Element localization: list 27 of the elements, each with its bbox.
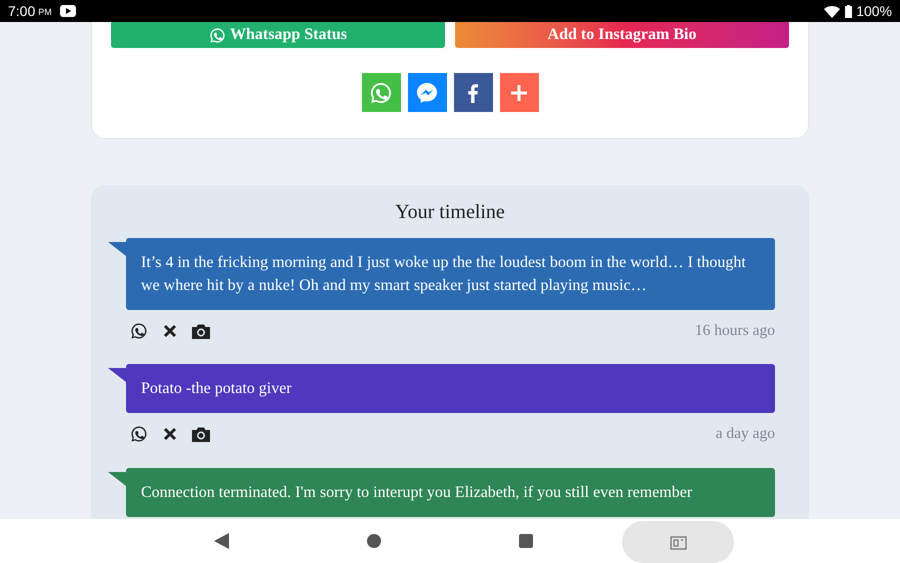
plus-icon[interactable] [500,73,538,112]
camera-icon[interactable] [192,426,210,442]
post-text: Potato -the potato giver [141,379,293,400]
status-meridiem: PM [38,6,52,19]
home-icon[interactable] [367,534,381,548]
post-text: It’s 4 in the fricking morning and I just woke up the the loudest boom in the world… I thought we where hit by a nuke! Oh and my smart speaker just started playing music… [141,253,747,296]
post-time: a day ago [716,424,775,444]
camera-icon[interactable] [192,322,210,339]
status-time: 7:00 [8,2,36,20]
whatsapp-icon[interactable] [130,322,148,340]
wifi-icon [824,4,840,18]
battery-level: 100% [856,2,892,20]
close-icon[interactable] [163,426,177,441]
post-text: Connection terminated. I'm sorry to interupt you Elizabeth, if you still even remember [141,482,694,502]
instagram-bio-button[interactable]: Add to Instagram Bio [455,22,789,48]
close-icon[interactable] [163,324,177,338]
whatsapp-icon [209,26,226,44]
whatsapp-status-button[interactable]: Whatsapp Status [111,22,445,48]
video-icon [60,5,76,17]
battery-icon [845,4,852,18]
timeline-title: Your timeline [394,200,506,225]
whatsapp-icon[interactable] [130,424,148,443]
back-icon[interactable] [214,533,229,549]
facebook-icon[interactable] [454,73,492,112]
camera-icon [670,534,686,550]
messenger-icon[interactable] [408,73,446,112]
post-time: 16 hours ago [694,321,775,341]
